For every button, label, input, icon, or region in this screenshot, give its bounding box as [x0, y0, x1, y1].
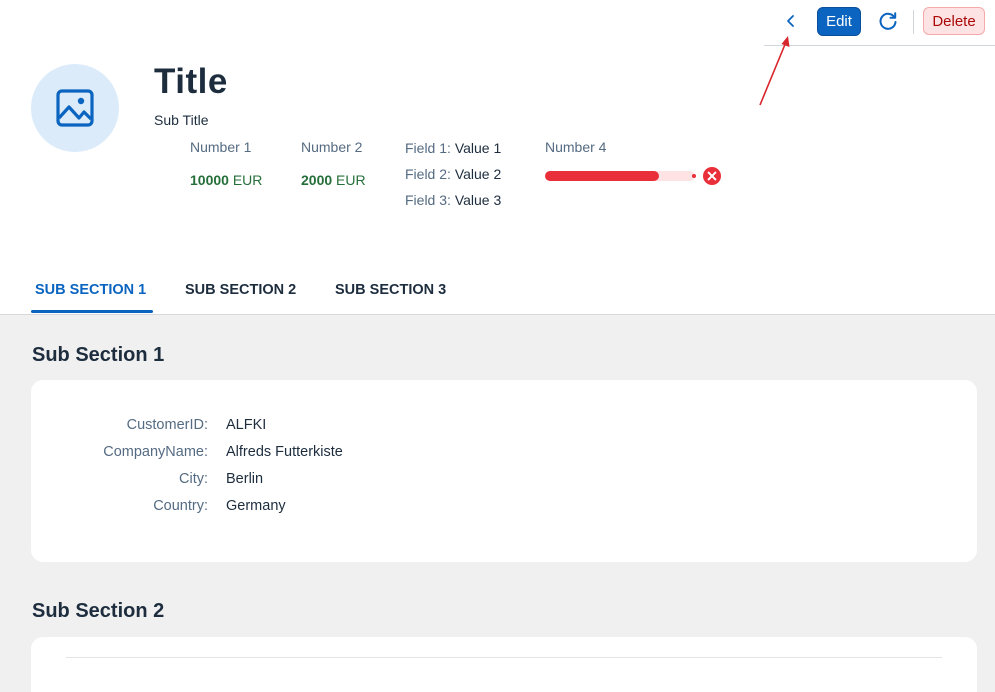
progress-fill — [545, 171, 659, 181]
delete-button[interactable]: Delete — [923, 7, 985, 35]
anchor-bar: SUB SECTION 1 SUB SECTION 2 SUB SECTION … — [0, 270, 995, 315]
toolbar-divider — [764, 45, 995, 46]
field-value: Value 2 — [454, 166, 502, 182]
progress-end-marker — [692, 174, 696, 178]
tab-sub-section-1[interactable]: SUB SECTION 1 — [35, 282, 146, 298]
kpi-unit: EUR — [232, 172, 263, 188]
kpi-value: 2000 EUR — [301, 172, 366, 188]
field-label: Field 3: — [405, 192, 451, 208]
sub-section-2-card — [31, 637, 977, 692]
form-label: CustomerID: — [126, 417, 208, 433]
form-value: Germany — [226, 498, 286, 514]
section-title-1: Sub Section 1 — [32, 344, 165, 366]
object-page-toolbar: Edit Delete — [0, 0, 995, 46]
page-title: Title — [154, 62, 228, 101]
toolbar-separator — [913, 10, 914, 34]
image-icon — [56, 89, 94, 127]
form-label: CompanyName: — [103, 444, 208, 460]
form-value: ALFKI — [226, 417, 267, 433]
form-value: Alfreds Futterkiste — [226, 444, 343, 460]
header-field-1: Field 1: Value 1 — [405, 140, 501, 156]
form-label: City: — [179, 471, 208, 487]
progress-bar — [545, 171, 695, 181]
avatar — [31, 64, 119, 152]
kpi-number-2: Number 2 2000 EUR — [301, 139, 366, 188]
kpi-value: 10000 EUR — [190, 172, 262, 188]
progress-label: Number 4 — [545, 139, 607, 155]
form-value: Berlin — [226, 471, 264, 487]
active-tab-indicator — [31, 310, 153, 313]
refresh-icon — [879, 12, 897, 30]
section-title-2: Sub Section 2 — [32, 600, 165, 622]
error-icon — [703, 167, 721, 185]
tab-sub-section-2[interactable]: SUB SECTION 2 — [185, 282, 296, 298]
back-button[interactable] — [779, 9, 803, 33]
form-label: Country: — [153, 498, 208, 514]
edit-button[interactable]: Edit — [817, 7, 861, 36]
kpi-number-1: Number 1 10000 EUR — [190, 139, 262, 188]
field-label: Field 2: — [405, 166, 451, 182]
kpi-unit: EUR — [336, 172, 366, 188]
page-subtitle: Sub Title — [154, 112, 209, 128]
field-value: Value 3 — [454, 192, 502, 208]
kpi-number: 2000 — [301, 172, 333, 188]
page-content[interactable]: Sub Section 1 CustomerID: ALFKI CompanyN… — [0, 315, 995, 692]
kpi-number: 10000 — [190, 172, 229, 188]
card-divider — [66, 657, 942, 658]
chevron-left-icon — [787, 15, 794, 27]
tab-sub-section-3[interactable]: SUB SECTION 3 — [335, 282, 446, 298]
field-label: Field 1: — [405, 140, 451, 156]
header-field-2: Field 2: Value 2 — [405, 166, 501, 182]
field-value: Value 1 — [454, 140, 502, 156]
kpi-label: Number 1 — [190, 139, 252, 155]
refresh-button[interactable] — [875, 8, 901, 34]
header-field-3: Field 3: Value 3 — [405, 192, 501, 208]
sub-section-1-card: CustomerID: ALFKI CompanyName: Alfreds F… — [31, 380, 977, 562]
kpi-label: Number 2 — [301, 139, 363, 155]
